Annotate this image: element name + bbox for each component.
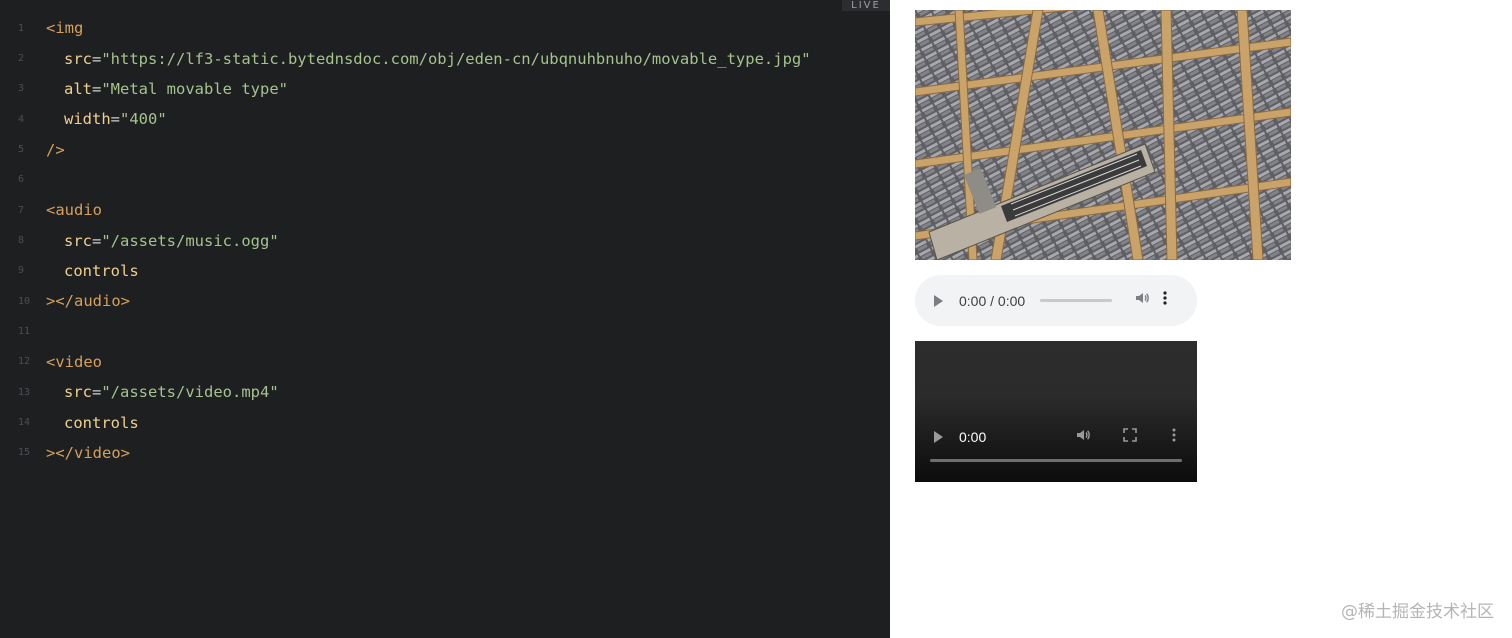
video-progress-slider[interactable] [930, 459, 1182, 462]
more-vertical-icon[interactable] [1162, 290, 1168, 311]
video-player[interactable]: 0:00 [915, 341, 1197, 482]
code-line: 7 <audio [0, 195, 890, 225]
line-number: 9 [18, 265, 25, 277]
tag-close-audio: ></audio> [46, 292, 130, 311]
tag-open-img: <img [46, 19, 84, 38]
attr-name: src [64, 49, 92, 68]
live-preview: 0:00 / 0:00 0:00 @稀土掘金技术社区 [890, 0, 1512, 638]
line-number: 12 [18, 356, 31, 368]
live-badge: LIVE [842, 0, 890, 11]
audio-player[interactable]: 0:00 / 0:00 [915, 275, 1197, 326]
code-line: 13 src = "/assets/video.mp4" [0, 377, 890, 407]
line-number: 8 [18, 235, 25, 247]
code-line: 12 <video [0, 347, 890, 377]
more-vertical-icon[interactable] [1171, 427, 1177, 448]
attr-value: "Metal movable type" [101, 79, 288, 98]
play-icon[interactable] [934, 294, 943, 307]
watermark: @稀土掘金技术社区 [1341, 602, 1494, 622]
attr-name: src [64, 231, 92, 250]
line-number: 5 [18, 144, 25, 156]
code-line: 14 controls [0, 407, 890, 437]
volume-icon[interactable] [1075, 427, 1091, 448]
audio-progress-slider[interactable] [1040, 299, 1113, 302]
code-line: 15 ></video> [0, 438, 890, 468]
line-number: 7 [18, 204, 25, 216]
code-line: 6 [0, 165, 890, 195]
attr-name: controls [64, 261, 139, 280]
attr-equals: = [92, 231, 102, 250]
line-number: 3 [18, 83, 25, 95]
attr-value: "/assets/music.ogg" [101, 231, 279, 250]
code-line: 4 width = "400" [0, 104, 890, 134]
code-line: 2 src = "https://lf3-static.bytednsdoc.com… [0, 43, 890, 73]
attr-name: width [64, 110, 111, 129]
video-time: 0:00 [959, 429, 987, 445]
play-icon[interactable] [934, 431, 943, 443]
tag-close-img: /> [46, 140, 65, 159]
line-number: 10 [18, 295, 31, 307]
code-line: 11 [0, 316, 890, 346]
attr-name: src [64, 383, 92, 402]
attr-equals: = [92, 49, 102, 68]
movable-type-image [915, 10, 1291, 260]
attr-name: controls [64, 413, 139, 432]
attr-value: "400" [120, 110, 167, 129]
video-controls: 0:00 [915, 425, 1197, 449]
code-line: 1 <img [0, 13, 890, 43]
attr-equals: = [92, 79, 102, 98]
line-number: 11 [18, 326, 31, 338]
attr-value: "/assets/video.mp4" [101, 383, 279, 402]
code-line: 5 /> [0, 134, 890, 164]
line-number: 2 [18, 53, 25, 65]
line-number: 1 [18, 22, 25, 34]
code-editor[interactable]: LIVE 1 <img 2 src = "https://lf3-static.by… [0, 0, 890, 638]
tag-open-video: <video [46, 352, 102, 371]
line-number: 14 [18, 417, 31, 429]
line-number: 4 [18, 113, 25, 125]
code-line: 8 src = "/assets/music.ogg" [0, 225, 890, 255]
code-lines[interactable]: 1 <img 2 src = "https://lf3-static.bytedns… [0, 13, 890, 468]
volume-icon[interactable] [1134, 290, 1150, 311]
tag-close-video: ></video> [46, 443, 130, 462]
attr-equals: = [92, 383, 102, 402]
attr-name: alt [64, 79, 92, 98]
line-number: 6 [18, 174, 25, 186]
audio-time: 0:00 / 0:00 [959, 292, 1026, 309]
line-number: 13 [18, 386, 31, 398]
tag-open-audio: <audio [46, 201, 102, 220]
attr-value: "https://lf3-static.bytednsdoc.com/obj/e… [101, 49, 811, 68]
code-line: 10 ></audio> [0, 286, 890, 316]
code-line: 3 alt = "Metal movable type" [0, 74, 890, 104]
code-line: 9 controls [0, 256, 890, 286]
attr-equals: = [110, 110, 121, 129]
line-number: 15 [18, 447, 31, 459]
fullscreen-icon[interactable] [1123, 427, 1137, 447]
